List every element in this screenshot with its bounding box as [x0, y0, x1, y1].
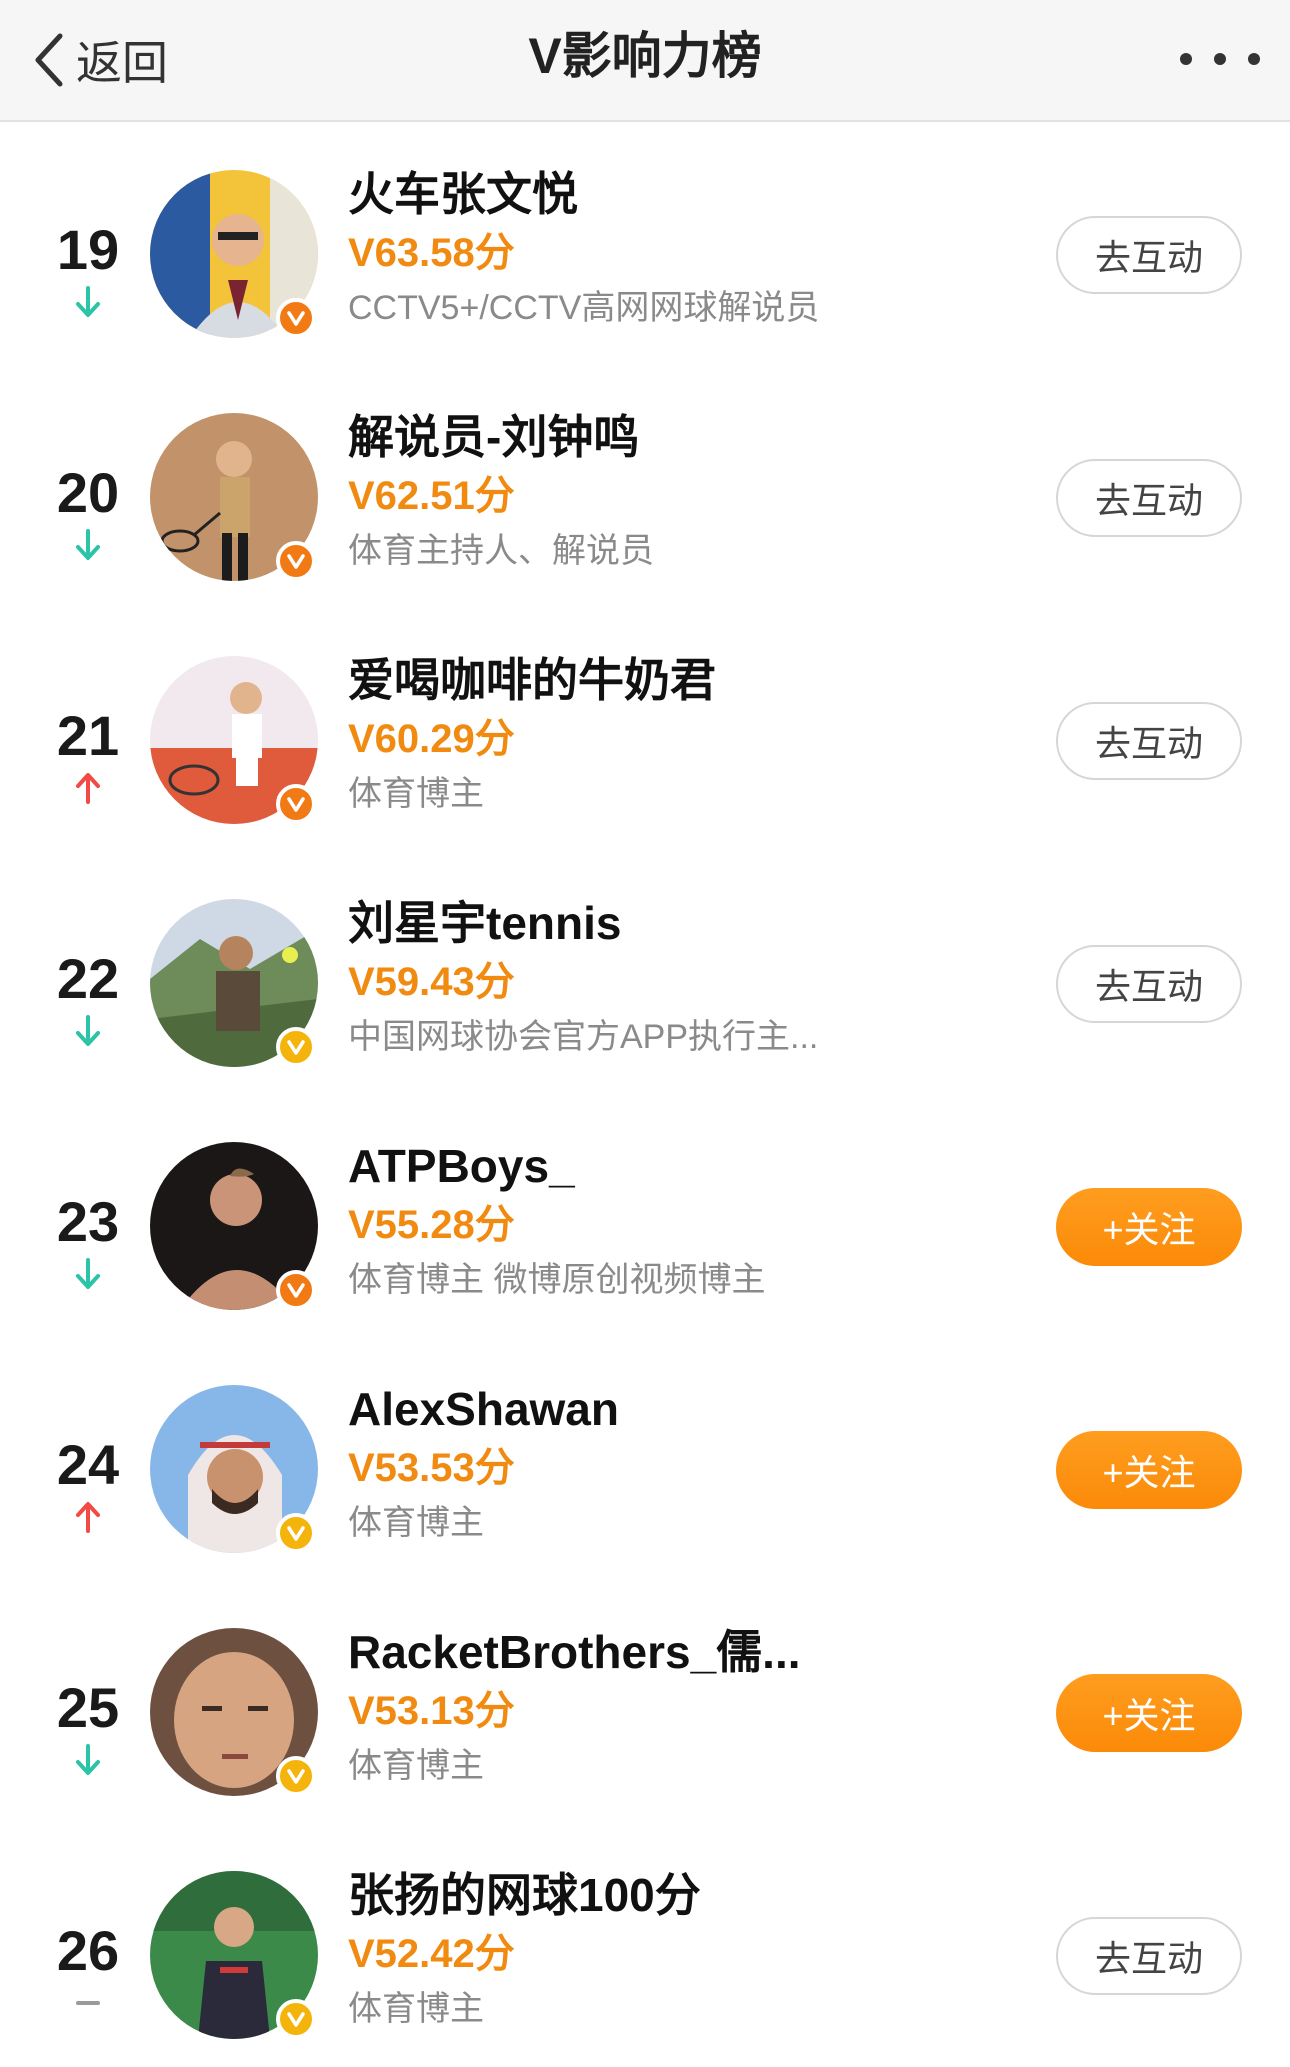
- interact-button[interactable]: 去互动: [1056, 459, 1242, 537]
- interact-button[interactable]: 去互动: [1056, 1917, 1242, 1995]
- trend-down-icon: [76, 529, 100, 560]
- user-name[interactable]: 火车张文悦: [348, 166, 578, 222]
- rank-number: 20: [56, 461, 120, 524]
- influence-score: V59.43分: [348, 960, 515, 1004]
- list-item[interactable]: 22 刘星宇tennis V59.43分 中国网球协会官方APP执行主... 去…: [0, 851, 1290, 1094]
- verified-badge-icon: [276, 1027, 316, 1067]
- ranking-list: 19 火车张文悦 V63.58分 CCTV5+/CCTV高网网球解说员 去互动 …: [0, 122, 1290, 2066]
- trend-down-icon: [76, 1744, 100, 1775]
- more-dots-icon[interactable]: [1180, 34, 1260, 84]
- user-description: 中国网球协会官方APP执行主...: [348, 1018, 819, 1056]
- trend-down-icon: [76, 1015, 100, 1046]
- influence-score: V60.29分: [348, 717, 515, 761]
- trend-down-icon: [76, 1258, 100, 1289]
- trend-up-icon: [76, 1502, 100, 1533]
- user-description: 体育主持人、解说员: [348, 532, 654, 570]
- list-item[interactable]: 26 张扬的网球100分 V52.42分 体育博主 去互动: [0, 1823, 1290, 2066]
- verified-badge-icon: [276, 1999, 316, 2039]
- page-title: V影响力榜: [528, 28, 762, 84]
- back-button[interactable]: 返回: [30, 20, 168, 100]
- interact-button[interactable]: 去互动: [1056, 216, 1242, 294]
- verified-badge-icon: [276, 1513, 316, 1553]
- trend-up-icon: [76, 773, 100, 804]
- list-item[interactable]: 19 火车张文悦 V63.58分 CCTV5+/CCTV高网网球解说员 去互动: [0, 122, 1290, 365]
- trend-flat-icon: [76, 2001, 100, 2005]
- user-description: 体育博主: [348, 1504, 484, 1542]
- user-name[interactable]: RacketBrothers_儒...: [348, 1624, 801, 1680]
- interact-button[interactable]: 去互动: [1056, 945, 1242, 1023]
- rank-number: 26: [56, 1919, 120, 1982]
- list-item[interactable]: 20 解说员-刘钟鸣 V62.51分 体育主持人、解说员 去互动: [0, 365, 1290, 608]
- user-name[interactable]: 张扬的网球100分: [348, 1867, 701, 1923]
- verified-badge-icon: [276, 1270, 316, 1310]
- influence-score: V55.28分: [348, 1203, 515, 1247]
- verified-badge-icon: [276, 1756, 316, 1796]
- influence-score: V52.42分: [348, 1932, 515, 1976]
- list-item[interactable]: 24 AlexShawan V53.53分 体育博主 +关注: [0, 1337, 1290, 1580]
- verified-badge-icon: [276, 541, 316, 581]
- user-description: 体育博主 微博原创视频博主: [348, 1261, 766, 1299]
- list-item[interactable]: 25 RacketBrothers_儒... V53.13分 体育博主 +关注: [0, 1580, 1290, 1823]
- user-description: 体育博主: [348, 775, 484, 813]
- user-name[interactable]: 解说员-刘钟鸣: [348, 409, 639, 465]
- list-item[interactable]: 21 爱喝咖啡的牛奶君 V60.29分 体育博主 去互动: [0, 608, 1290, 851]
- user-description: 体育博主: [348, 1990, 484, 2028]
- user-name[interactable]: AlexShawan: [348, 1381, 619, 1437]
- user-description: 体育博主: [348, 1747, 484, 1785]
- rank-number: 22: [56, 947, 120, 1010]
- rank-number: 19: [56, 218, 120, 281]
- interact-button[interactable]: 去互动: [1056, 702, 1242, 780]
- verified-badge-icon: [276, 784, 316, 824]
- nav-bar: 返回 V影响力榜: [0, 0, 1290, 122]
- follow-button[interactable]: +关注: [1056, 1188, 1242, 1266]
- follow-button[interactable]: +关注: [1056, 1674, 1242, 1752]
- follow-button[interactable]: +关注: [1056, 1431, 1242, 1509]
- rank-number: 24: [56, 1433, 120, 1496]
- chevron-left-icon: [35, 33, 63, 87]
- rank-number: 23: [56, 1190, 120, 1253]
- influence-score: V53.53分: [348, 1446, 515, 1490]
- rank-number: 25: [56, 1676, 120, 1739]
- trend-down-icon: [76, 286, 100, 317]
- verified-badge-icon: [276, 298, 316, 338]
- user-description: CCTV5+/CCTV高网网球解说员: [348, 289, 820, 327]
- rank-number: 21: [56, 704, 120, 767]
- user-name[interactable]: ATPBoys_: [348, 1138, 575, 1194]
- influence-score: V63.58分: [348, 231, 515, 275]
- influence-score: V62.51分: [348, 474, 515, 518]
- user-name[interactable]: 爱喝咖啡的牛奶君: [348, 652, 716, 708]
- influence-score: V53.13分: [348, 1689, 515, 1733]
- list-item[interactable]: 23 ATPBoys_ V55.28分 体育博主 微博原创视频博主 +关注: [0, 1094, 1290, 1337]
- user-name[interactable]: 刘星宇tennis: [348, 895, 621, 951]
- back-label: 返回: [76, 37, 168, 89]
